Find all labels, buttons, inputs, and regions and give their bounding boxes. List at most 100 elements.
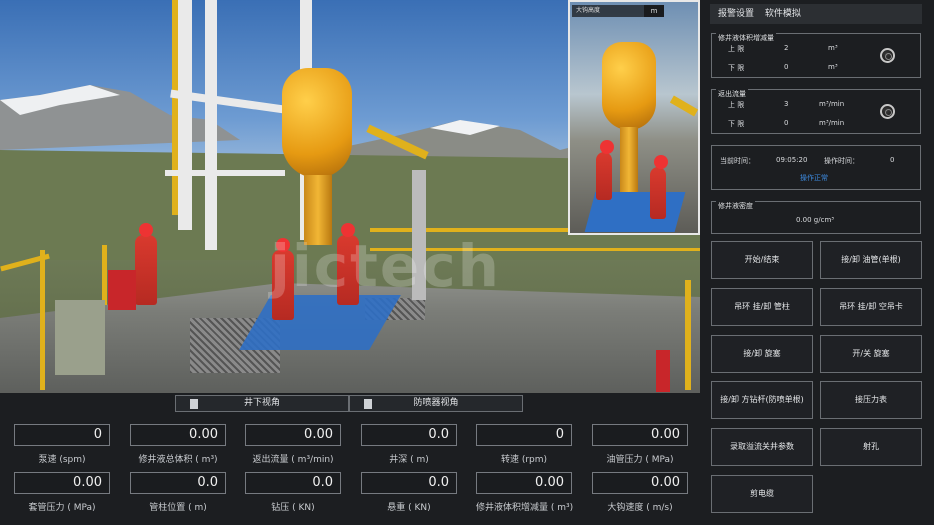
gauge-value: 0.00 [245,424,341,446]
rig-3d-view[interactable]: jictech 大钩高度 m [0,0,700,393]
gauge-weight-on-bit: 0.0 钻压 ( KN) [245,472,341,513]
gauge-value: 0.00 [476,472,572,494]
guard-rail-post [40,250,45,390]
elevator-empty-button[interactable]: 吊环 挂/卸 空吊卡 [820,288,922,326]
operation-time-label: 操作时间： [824,157,859,165]
guard-rail-post-3 [685,280,691,390]
gauge-label: 套管压力 ( MPa) [28,503,96,513]
operation-status: 操作正常 [800,174,828,182]
gauge-pump-speed: 0 泵速 (spm) [14,424,110,465]
gauge-value: 0.0 [130,472,226,494]
gauge-rotary-speed: 0 转速 (rpm) [476,424,572,465]
red-post [656,350,670,392]
gauge-label: 泵速 (spm) [38,455,86,465]
volume-alarm-title: 修井液体积增减量 [716,33,776,43]
gauge-return-flow: 0.00 返出流量 ( m³/min) [245,424,341,465]
perforate-button[interactable]: 射孔 [820,428,922,466]
document-icon [190,399,198,409]
gauge-label: 转速 (rpm) [500,455,548,465]
gauge-tubing-pressure: 0.00 油管压力 ( MPa) [592,424,688,465]
gauge-label: 钻压 ( KN) [271,503,315,513]
tab-downhole-label: 井下视角 [243,398,280,408]
upper-limit-unit: m³ [828,44,838,52]
gauge-label: 井深 ( m) [389,455,429,465]
traveling-block-hook [282,68,352,178]
derrick-yellow-column [172,0,178,215]
derrick-crossbeam-2 [165,170,285,176]
inset-camera-index: m [644,5,664,17]
guard-rail-post-2 [102,245,107,305]
gauge-label: 悬重 ( KN) [387,503,431,513]
operation-time-value: 0 [890,156,895,164]
time-group: 当前时间： 09:05:20 操作时间： 0 操作正常 [711,145,921,190]
tubing-connect-button[interactable]: 接/卸 油管(单根) [820,241,922,279]
pressure-gauge-button[interactable]: 接压力表 [820,381,922,419]
gauge-value: 0.0 [361,472,457,494]
gauge-label: 油管压力 ( MPa) [606,455,674,465]
watermark-logo: jictech [270,232,501,300]
upper-limit-label: 上 限 [728,45,745,53]
gauge-label: 修井液总体积 ( m³) [138,455,218,465]
inset-worker-left [596,140,614,200]
volume-alarm-group: 修井液体积增减量 上 限 2 m³ 下 限 0 m³ [711,33,921,78]
view-tabs-bar: 井下视角 防喷器视角 [0,393,700,413]
simulator-window: jictech 大钩高度 m 井下视角 防喷器视角 0 泵速 (spm) 0.00… [0,0,934,525]
upper-limit-unit: m³/min [819,100,845,108]
lower-limit-unit: m³/min [819,119,845,127]
gauge-well-depth: 0.0 井深 ( m) [361,424,457,465]
current-time-value: 09:05:20 [776,156,808,164]
gauge-volume-change: 0.00 修井液体积增减量 ( m³) [476,472,574,513]
cut-cable-button[interactable]: 剪电缆 [711,475,813,513]
valve-toggle-button[interactable]: 开/关 旋塞 [820,335,922,373]
lower-limit-value[interactable]: 0 [784,63,788,71]
flow-alarm-group: 返出流量 上 限 3 m³/min 下 限 0 m³/min [711,89,921,134]
gauge-string-position: 0.0 管柱位置 ( m) [130,472,226,513]
worker-left [135,223,157,305]
tab-bop-label: 防喷器视角 [413,398,459,408]
valve-connect-button[interactable]: 接/卸 旋塞 [711,335,813,373]
lower-limit-value[interactable]: 0 [784,119,788,127]
density-group: 修井液密度 0.00 g/cm³ [711,201,921,234]
gauge-value: 0 [476,424,572,446]
gauge-value: 0.00 [130,424,226,446]
gauge-value: 0 [14,424,110,446]
gauge-value: 0.0 [361,424,457,446]
upper-limit-value[interactable]: 3 [784,100,788,108]
kelly-connect-button[interactable]: 接/卸 方钻杆(防喷单根) [711,381,813,419]
red-valve-unit [108,270,136,310]
record-shutin-button[interactable]: 录取溢流关井参数 [711,428,813,466]
start-stop-button[interactable]: 开始/结束 [711,241,813,279]
menu-bar: 报警设置 软件模拟 [710,4,922,24]
inset-hook-shank [620,127,638,197]
gauge-hook-load: 0.0 悬重 ( KN) [361,472,457,513]
gauge-value: 0.0 [245,472,341,494]
menu-alarm-settings[interactable]: 报警设置 [718,9,754,19]
gauge-hook-speed: 0.00 大钩速度 ( m/s) [592,472,688,513]
inset-camera-view[interactable]: 大钩高度 m [568,0,700,235]
current-time-label: 当前时间： [720,157,755,165]
inset-hook [602,42,656,130]
gauge-value: 0.00 [14,472,110,494]
gauge-label: 大钩速度 ( m/s) [607,503,673,513]
menu-software-simulation[interactable]: 软件模拟 [765,9,801,19]
upper-limit-value[interactable]: 2 [784,44,788,52]
alarm-indicator-icon[interactable] [880,104,895,119]
lower-limit-label: 下 限 [728,120,745,128]
alarm-indicator-icon[interactable] [880,48,895,63]
density-value: 0.00 g/cm³ [796,216,835,224]
gauge-fluid-volume: 0.00 修井液总体积 ( m³) [130,424,226,465]
derrick-leg-left [178,0,192,230]
gauge-value: 0.00 [592,472,688,494]
gauge-label: 返出流量 ( m³/min) [252,455,334,465]
document-icon [364,399,372,409]
gauge-label: 修井液体积增减量 ( m³) [476,503,574,513]
lower-limit-label: 下 限 [728,64,745,72]
inset-worker-right [650,155,668,219]
control-panel: 报警设置 软件模拟 修井液体积增减量 上 限 2 m³ 下 限 0 m³ 返出流… [700,0,934,525]
tab-downhole-view[interactable]: 井下视角 [175,395,349,412]
elevator-string-button[interactable]: 吊环 挂/卸 管柱 [711,288,813,326]
lower-limit-unit: m³ [828,63,838,71]
gauge-label: 管柱位置 ( m) [149,503,207,513]
tab-bop-view[interactable]: 防喷器视角 [349,395,523,412]
inset-yellow-arm [669,95,698,117]
